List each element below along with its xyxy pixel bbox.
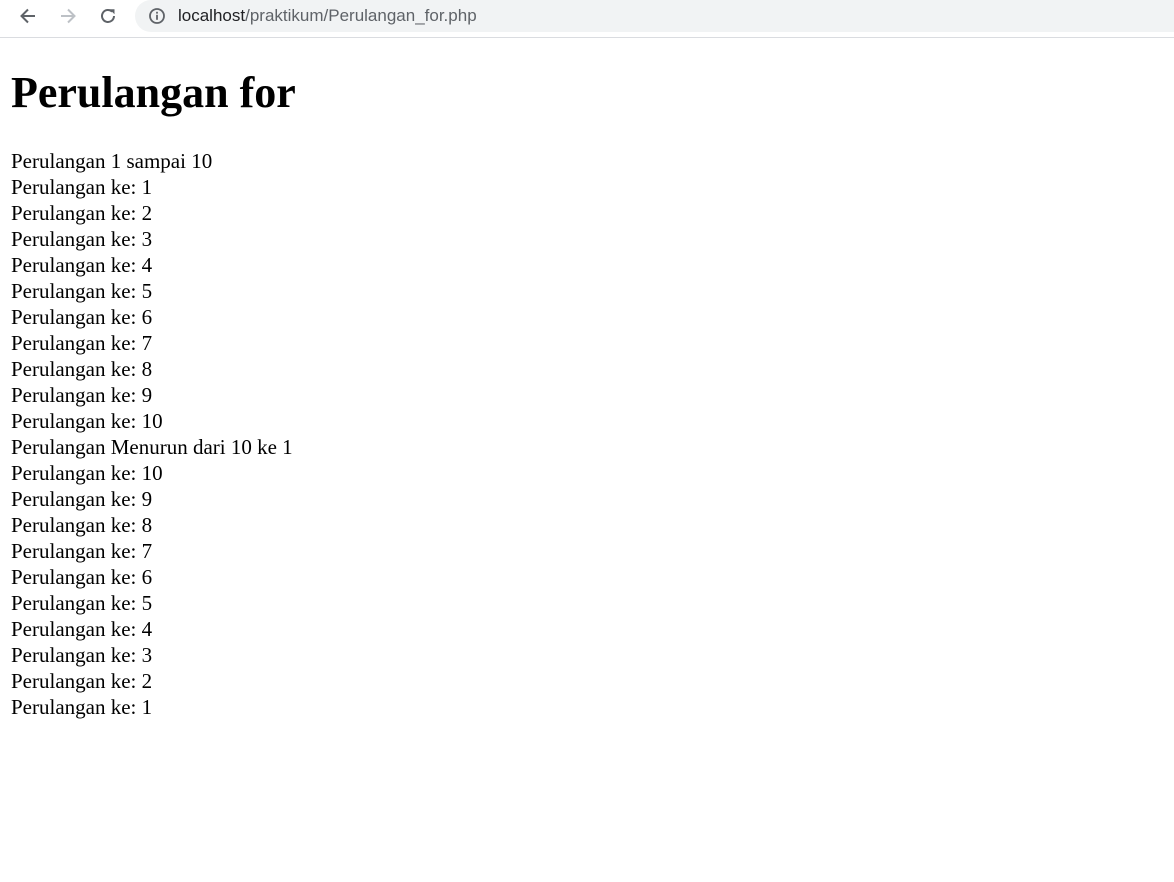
back-button[interactable] (13, 3, 43, 29)
output-line: Perulangan ke: 6 (11, 305, 153, 329)
output-lines: Perulangan 1 sampai 10 Perulangan ke: 1 … (11, 148, 1174, 720)
browser-toolbar: localhost/praktikum/Perulangan_for.php (0, 0, 1174, 38)
output-line: Perulangan ke: 1 (11, 695, 153, 719)
output-line: Perulangan ke: 2 (11, 201, 153, 225)
output-line: Perulangan Menurun dari 10 ke 1 (11, 435, 293, 459)
output-line: Perulangan ke: 3 (11, 643, 153, 667)
output-line: Perulangan ke: 5 (11, 279, 153, 303)
output-line: Perulangan ke: 9 (11, 487, 153, 511)
url-path: /praktikum/Perulangan_for.php (245, 6, 477, 25)
output-line: Perulangan ke: 2 (11, 669, 153, 693)
output-line: Perulangan ke: 7 (11, 539, 153, 563)
output-line: Perulangan 1 sampai 10 (11, 149, 213, 173)
page-content: Perulangan for Perulangan 1 sampai 10 Pe… (11, 38, 1174, 720)
reload-icon (101, 9, 115, 23)
reload-button[interactable] (93, 3, 123, 29)
page-title: Perulangan for (11, 68, 296, 117)
output-line: Perulangan ke: 10 (11, 409, 163, 433)
url-text[interactable]: localhost/praktikum/Perulangan_for.php (178, 5, 477, 27)
info-circle-icon[interactable] (148, 7, 166, 25)
output-line: Perulangan ke: 7 (11, 331, 153, 355)
output-line: Perulangan ke: 1 (11, 175, 153, 199)
url-host: localhost (178, 6, 246, 25)
output-line: Perulangan ke: 5 (11, 591, 153, 615)
output-line: Perulangan ke: 6 (11, 565, 153, 589)
output-line: Perulangan ke: 8 (11, 513, 153, 537)
arrow-right-icon (61, 8, 76, 24)
output-line: Perulangan ke: 8 (11, 357, 153, 381)
output-line: Perulangan ke: 3 (11, 227, 153, 251)
output-line: Perulangan ke: 4 (11, 617, 153, 641)
output-line: Perulangan ke: 4 (11, 253, 153, 277)
arrow-left-icon (20, 8, 35, 24)
address-bar[interactable]: localhost/praktikum/Perulangan_for.php (135, 0, 1174, 32)
output-line: Perulangan ke: 9 (11, 383, 153, 407)
output-line: Perulangan ke: 10 (11, 461, 163, 485)
forward-button[interactable] (53, 3, 83, 29)
